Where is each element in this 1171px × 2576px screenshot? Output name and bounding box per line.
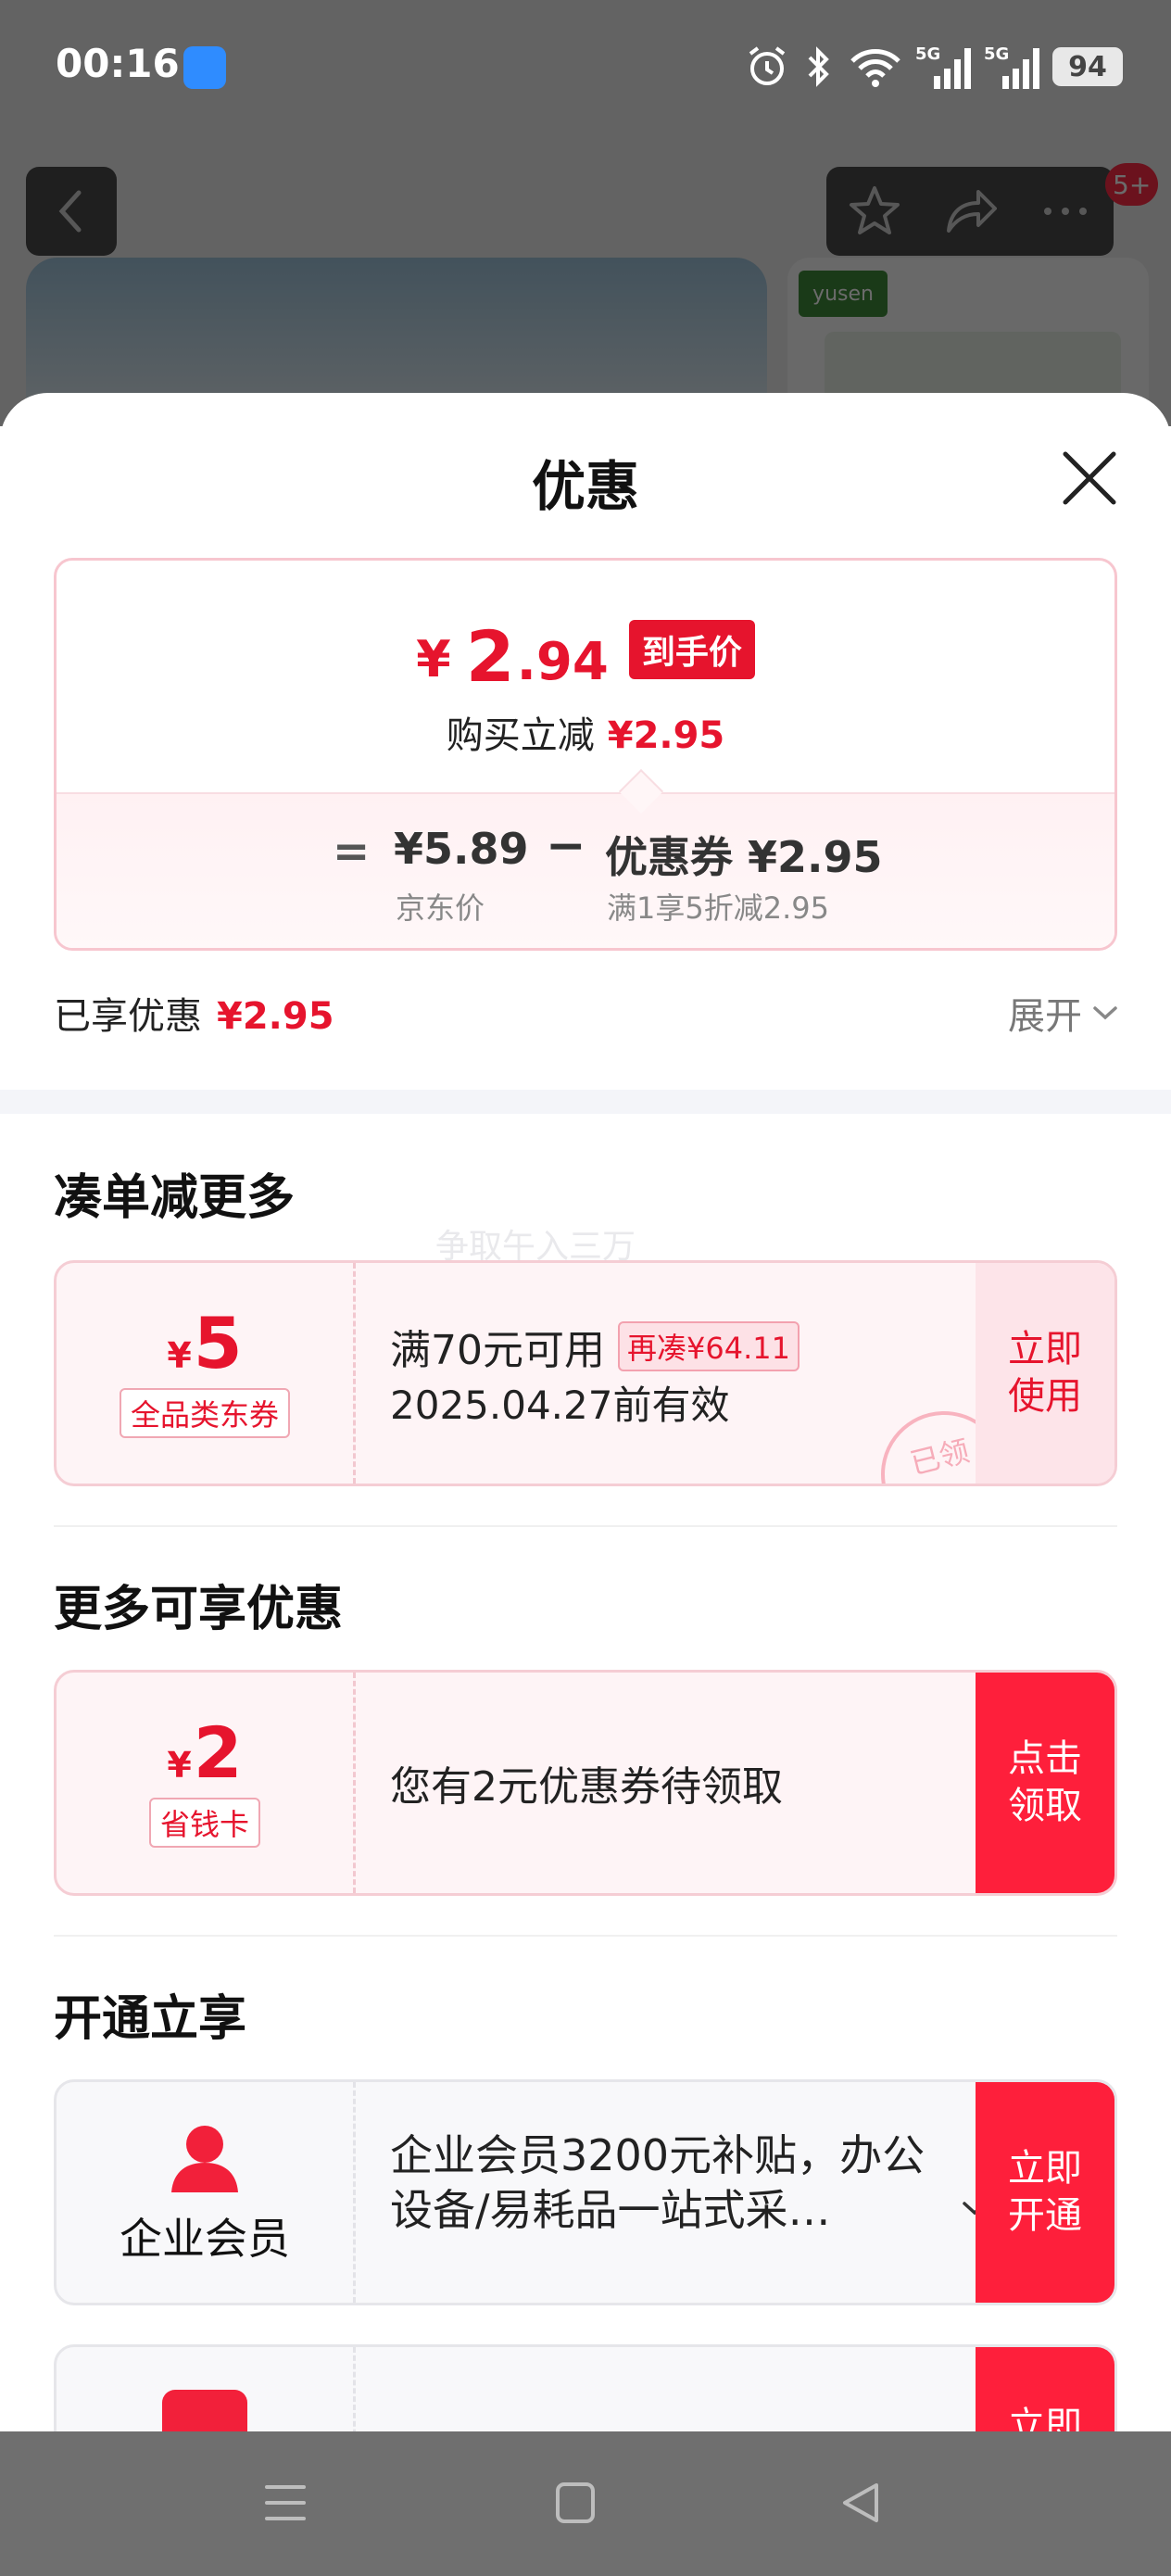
coupon-number: 2 (193, 1711, 243, 1794)
section-title-more-savings: 凑单减更多 (54, 1170, 296, 1226)
claim-label: 点击 领取 (1008, 1736, 1082, 1827)
price-top: ¥ 2 .94 到手价 购买立减 ¥2.95 (57, 561, 1114, 794)
price-decimal: .94 (516, 632, 609, 692)
instant-reduction: 购买立减 ¥2.95 (57, 705, 1114, 759)
home-icon[interactable] (554, 2480, 597, 2526)
menu-icon[interactable] (263, 2480, 308, 2526)
close-icon[interactable] (1056, 445, 1123, 511)
price-summary-card: ¥ 2 .94 到手价 购买立减 ¥2.95 = ¥5.89 京东价 − 优惠券 … (54, 558, 1117, 951)
activate-label: 立即 开通 (1008, 2146, 1082, 2237)
status-icons: 5G 5G 94 (745, 41, 1123, 93)
coupon-pending-text: 您有2元优惠券待领取 (390, 1763, 783, 1811)
price-integer: 2 (465, 615, 515, 698)
card-separator (353, 2347, 356, 2431)
card-app-icon (162, 2390, 247, 2431)
back-triangle-icon[interactable] (839, 2480, 882, 2526)
coupon-condition: 满70元可用 (390, 1327, 605, 1374)
price-currency: ¥ (416, 630, 451, 688)
section-title-more-offers: 更多可享优惠 (54, 1582, 344, 1637)
signal-5g-icon-2: 5G (984, 44, 1039, 89)
coupon-currency: ¥ (167, 1335, 192, 1376)
jd-price: ¥5.89 (394, 824, 529, 874)
svg-text:5G: 5G (984, 44, 1009, 64)
coupon-details: 您有2元优惠券待领取 (390, 1673, 1020, 1893)
coupon-type-tag: 省钱卡 (148, 1798, 260, 1848)
coupon-value-block: ¥2 省钱卡 (57, 1673, 353, 1893)
section-divider (0, 1090, 1171, 1114)
equals-sign: = (333, 826, 371, 878)
claim-button[interactable]: 点击 领取 (976, 1673, 1114, 1893)
expand-label: 展开 (1008, 995, 1082, 1038)
coupon-amount: ¥5 (167, 1308, 242, 1379)
coupon-separator (353, 1673, 356, 1893)
user-icon (171, 2126, 238, 2192)
use-now-label: 立即 使用 (1008, 1327, 1082, 1418)
coupon-value-block: ¥5 全品类东券 (57, 1263, 353, 1484)
enjoyed-discount: 已享优惠 ¥2.95 (54, 986, 334, 1040)
final-price-tag: 到手价 (628, 620, 755, 679)
app-notification-icon (183, 46, 226, 89)
member-label: 企业会员 (120, 2214, 290, 2264)
coupon-card-jd: ¥5 全品类东券 满70元可用 再凑¥64.11 2025.04.27前有效 已… (54, 1260, 1117, 1486)
jd-price-label: 京东价 (396, 890, 485, 926)
expand-button[interactable]: 展开 (1008, 986, 1119, 1040)
coupon-type-tag: 全品类东券 (119, 1388, 290, 1438)
status-time: 00:16 (56, 41, 180, 86)
svg-text:5G: 5G (915, 44, 940, 64)
member-benefit-text: 企业会员3200元补贴，办公设备/易耗品一站式采… (390, 2130, 925, 2235)
signal-5g-icon-1: 5G (915, 44, 971, 89)
divider-2 (54, 1935, 1117, 1937)
card-separator (353, 2082, 356, 2303)
coupon-currency: ¥ (167, 1745, 192, 1786)
enjoyed-amount: ¥2.95 (217, 995, 334, 1038)
reduction-label: 购买立减 (446, 714, 595, 757)
coupon-number: 5 (193, 1302, 243, 1384)
second-member-card: 立即 (54, 2344, 1117, 2431)
coupon-amount: ¥2 (167, 1718, 242, 1788)
chevron-down-icon (1093, 1006, 1117, 1020)
coupon-expiry: 2025.04.27前有效 (390, 1383, 730, 1428)
section-title-activate: 开通立享 (54, 1991, 247, 2047)
member-block: 企业会员 (57, 2082, 353, 2303)
wifi-icon (850, 49, 900, 87)
coupon-card-savings: ¥2 省钱卡 您有2元优惠券待领取 点击 领取 (54, 1670, 1117, 1896)
member-details: 企业会员3200元补贴，办公设备/易耗品一站式采… (390, 2082, 1020, 2303)
coupon-discount: 优惠券 ¥2.95 (605, 832, 883, 882)
activate-button[interactable]: 立即 开通 (976, 2082, 1114, 2303)
system-nav-bar (0, 2431, 1171, 2576)
battery-indicator: 94 (1052, 47, 1123, 86)
status-bar: 00:16 5G 5G 94 (0, 0, 1171, 139)
bluetooth-icon (808, 46, 829, 87)
reduction-amount: ¥2.95 (607, 714, 725, 757)
price-formula: = ¥5.89 京东价 − 优惠券 ¥2.95 满1享5折减2.95 (57, 792, 1114, 948)
enterprise-member-card: 企业会员 企业会员3200元补贴，办公设备/易耗品一站式采… 立即 开通 (54, 2079, 1117, 2305)
minus-sign: − (546, 818, 586, 874)
sheet-title: 优惠 (531, 455, 639, 518)
coupon-condition-row: 满70元可用 再凑¥64.11 (390, 1317, 800, 1376)
use-now-button[interactable]: 立即 使用 (976, 1263, 1114, 1484)
discount-sheet: 优惠 ¥ 2 .94 到手价 购买立减 ¥2.95 = ¥5.89 京东价 − 优… (0, 393, 1171, 2431)
divider-1 (54, 1525, 1117, 1527)
add-more-chip: 再凑¥64.11 (618, 1321, 800, 1371)
final-price-row: ¥ 2 .94 到手价 (57, 620, 1114, 692)
activate-label-2: 立即 (1008, 2405, 1082, 2431)
activate-button-2[interactable]: 立即 (976, 2347, 1114, 2431)
enjoyed-label: 已享优惠 (54, 995, 202, 1038)
coupon-separator (353, 1263, 356, 1484)
coupon-discount-desc: 满1享5折减2.95 (607, 890, 829, 926)
alarm-icon (749, 46, 786, 85)
